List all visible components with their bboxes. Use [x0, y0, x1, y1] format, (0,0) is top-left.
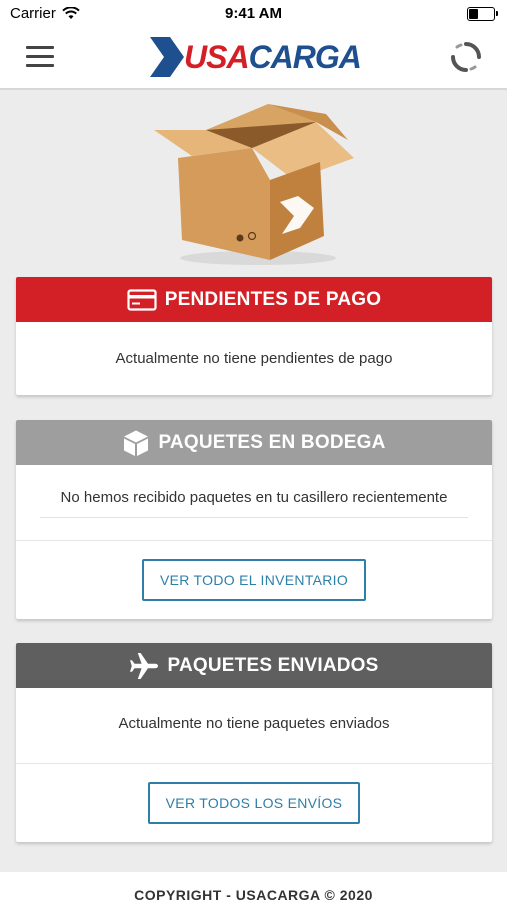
view-shipments-button[interactable]: VER TODOS LOS ENVÍOS: [147, 782, 361, 824]
pending-payments-header: PENDIENTES DE PAGO: [16, 277, 492, 322]
logo-chevron-icon: [150, 37, 184, 77]
package-illustration: [148, 100, 358, 266]
pending-payments-title: PENDIENTES DE PAGO: [164, 288, 382, 310]
refresh-button[interactable]: [449, 40, 483, 74]
warehouse-packages-card: PAQUETES EN BODEGA No hemos recibido paq…: [16, 420, 492, 619]
usacarga-logo: USACARGA: [148, 34, 363, 80]
package-cube-icon: [124, 430, 149, 456]
warehouse-packages-title: PAQUETES EN BODEGA: [158, 431, 386, 453]
nav-bar: USACARGA: [0, 28, 507, 90]
open-box-icon: [154, 104, 354, 265]
sent-packages-title: PAQUETES ENVIADOS: [167, 654, 379, 676]
sent-packages-message: Actualmente no tiene paquetes enviados: [118, 715, 390, 732]
hamburger-icon: [26, 46, 54, 49]
menu-button[interactable]: [26, 46, 54, 68]
view-inventory-button[interactable]: VER TODO EL INVENTARIO: [141, 559, 367, 601]
pending-payments-card: PENDIENTES DE PAGO Actualmente no tiene …: [16, 277, 492, 395]
credit-card-icon: [127, 288, 157, 311]
sent-packages-header: PAQUETES ENVIADOS: [16, 643, 492, 688]
warehouse-packages-header: PAQUETES EN BODEGA: [16, 420, 492, 465]
copyright-text: COPYRIGHT - USACARGA © 2020: [134, 887, 373, 900]
logo-usa: USA: [184, 39, 250, 75]
refresh-spinner-icon: [451, 42, 481, 72]
footer: COPYRIGHT - USACARGA © 2020: [0, 872, 507, 900]
airplane-icon: [130, 652, 159, 679]
status-bar: Carrier 9:41 AM: [0, 0, 507, 28]
clock: 9:41 AM: [225, 5, 282, 22]
sent-packages-card: PAQUETES ENVIADOS Actualmente no tiene p…: [16, 643, 492, 842]
pending-payments-message: Actualmente no tiene pendientes de pago: [115, 350, 393, 367]
warehouse-packages-message: No hemos recibido paquetes en tu casille…: [40, 489, 468, 518]
battery-icon: [467, 7, 498, 21]
logo-carga: CARGA: [248, 39, 362, 75]
